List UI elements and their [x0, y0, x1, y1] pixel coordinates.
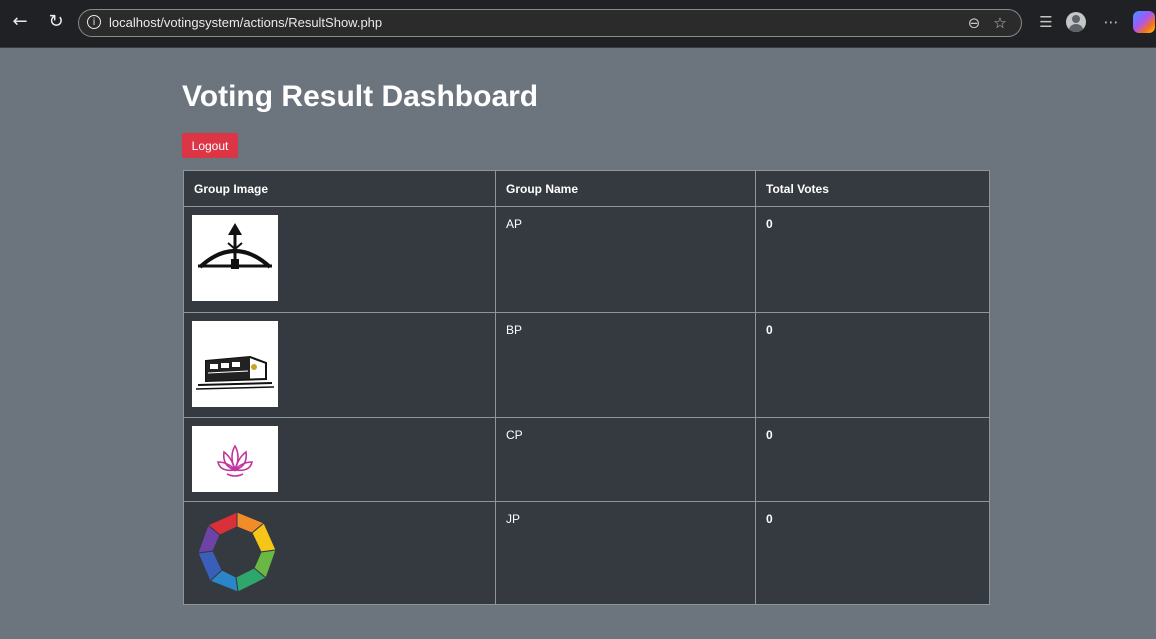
logout-button[interactable]: Logout — [182, 133, 238, 158]
header-total-votes: Total Votes — [755, 170, 990, 207]
header-group-name: Group Name — [495, 170, 756, 207]
group-name-cell: CP — [495, 417, 756, 502]
lotus-logo — [192, 426, 278, 492]
results-table: Group Image Group Name Total Votes AP 0 … — [183, 170, 990, 605]
favorite-star-icon[interactable]: ☆ — [989, 13, 1011, 33]
group-name-cell: BP — [495, 312, 756, 418]
total-votes-cell: 0 — [755, 501, 990, 605]
rainbow-ring-logo — [192, 506, 282, 598]
url-text[interactable]: localhost/votingsystem/actions/ResultSho… — [109, 15, 382, 30]
table-header-row: Group Image Group Name Total Votes — [183, 170, 990, 207]
table-row: CP 0 — [183, 417, 990, 502]
train-logo — [192, 321, 278, 407]
total-votes-cell: 0 — [755, 206, 990, 313]
profile-icon[interactable] — [1066, 12, 1086, 32]
refresh-icon[interactable]: ↻ — [44, 10, 68, 34]
total-votes-cell: 0 — [755, 417, 990, 502]
group-image-cell — [183, 501, 496, 605]
bow-and-arrow-logo — [192, 215, 278, 301]
group-image-cell — [183, 206, 496, 313]
table-row: AP 0 — [183, 206, 990, 313]
group-image-cell — [183, 312, 496, 418]
group-image-cell — [183, 417, 496, 502]
total-votes-cell: 0 — [755, 312, 990, 418]
group-name-cell: AP — [495, 206, 756, 313]
copilot-icon[interactable] — [1133, 11, 1155, 33]
table-row: JP 0 — [183, 501, 990, 605]
back-arrow-icon[interactable]: ← — [8, 10, 32, 34]
info-icon[interactable]: i — [87, 15, 101, 29]
address-bar[interactable]: i localhost/votingsystem/actions/ResultS… — [78, 9, 1022, 37]
header-group-image: Group Image — [183, 170, 496, 207]
more-icon[interactable]: ⋯ — [1100, 12, 1122, 32]
group-name-cell: JP — [495, 501, 756, 605]
favorites-list-icon[interactable]: ☰ — [1035, 12, 1057, 32]
table-row: BP 0 — [183, 312, 990, 418]
page-title: Voting Result Dashboard — [182, 80, 539, 113]
zoom-out-icon[interactable]: ⊖ — [963, 13, 985, 33]
browser-toolbar: ← ↻ i localhost/votingsystem/actions/Res… — [0, 0, 1156, 48]
